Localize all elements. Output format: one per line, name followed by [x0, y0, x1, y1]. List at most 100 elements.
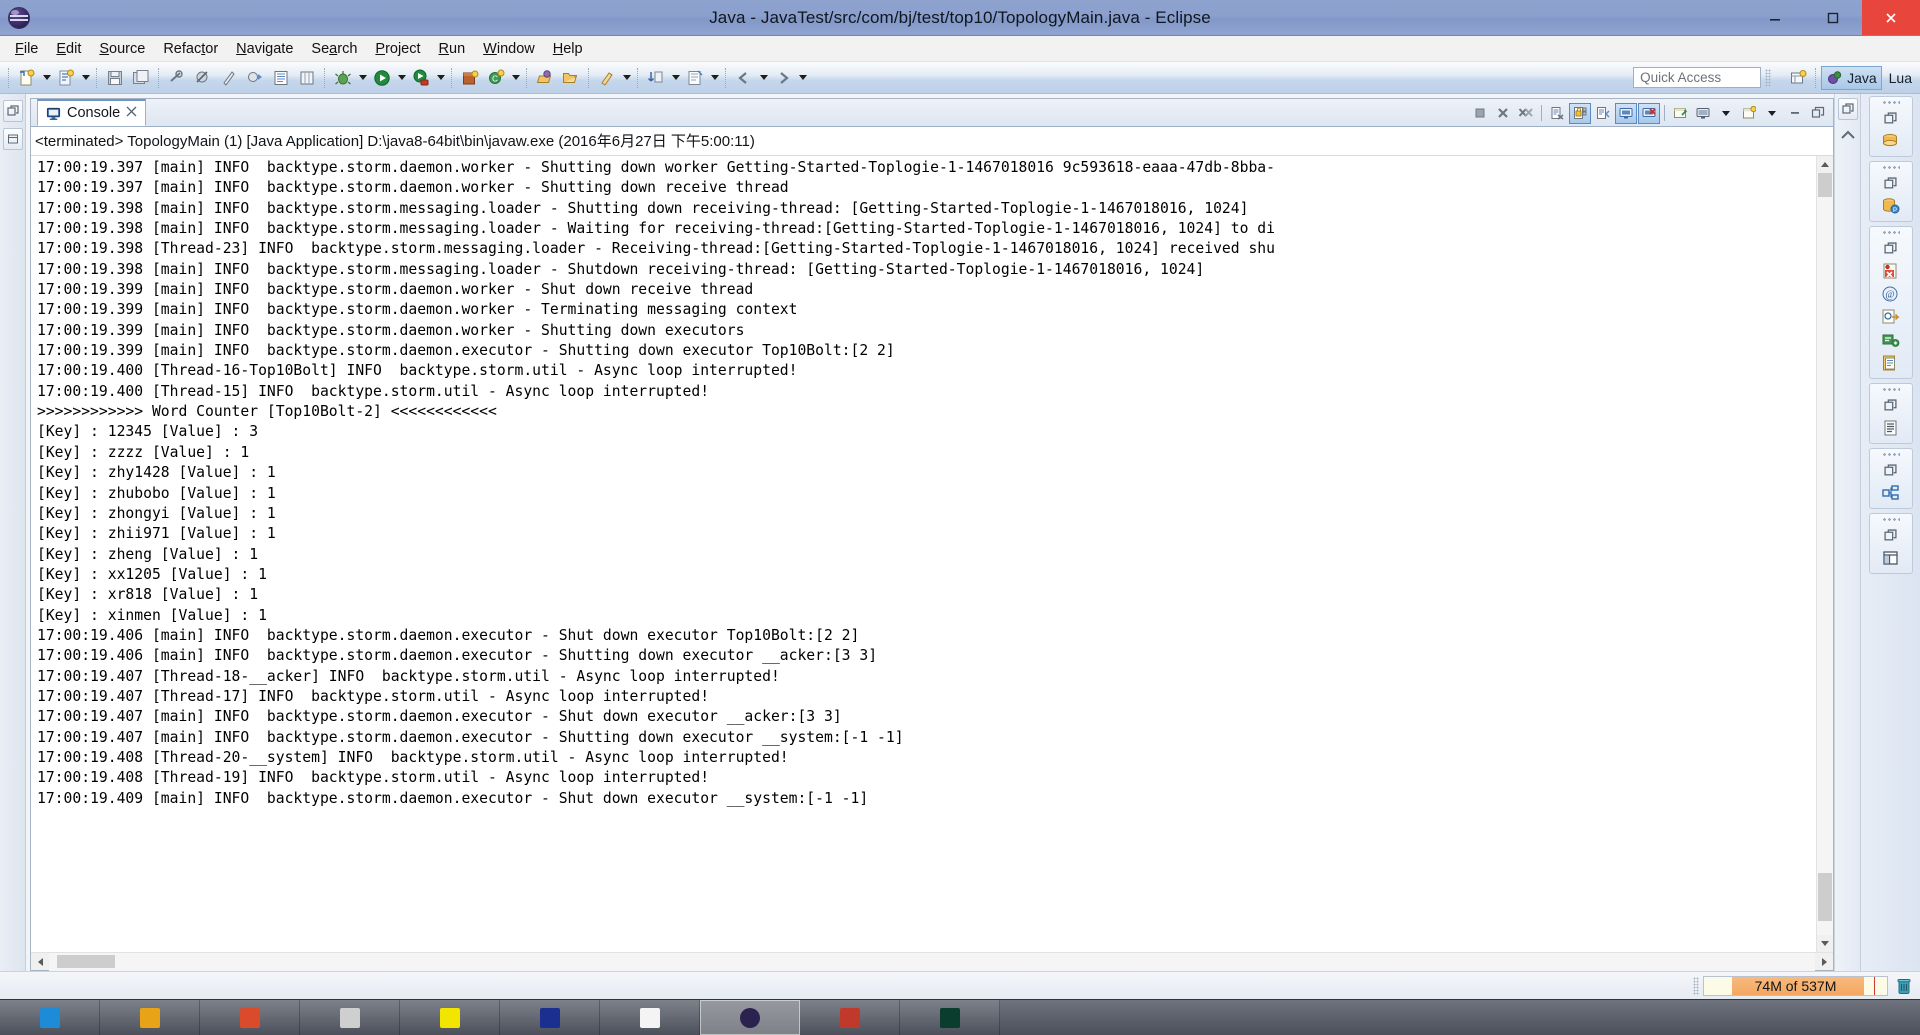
variables-icon[interactable] — [1880, 307, 1902, 327]
run-external-tools-icon[interactable] — [409, 66, 433, 90]
database-icon[interactable] — [1880, 131, 1902, 151]
open-resource-icon[interactable] — [559, 66, 583, 90]
horizontal-scroll-thumb[interactable] — [57, 954, 115, 968]
group-handle[interactable] — [1881, 230, 1900, 235]
display-icon[interactable] — [1880, 330, 1902, 350]
next-edit-dropdown[interactable] — [669, 66, 682, 90]
terminate-button[interactable] — [1469, 103, 1491, 124]
tab-console[interactable]: Console — [37, 99, 147, 126]
save-all-icon[interactable] — [129, 66, 153, 90]
taskbar-item-5[interactable] — [400, 1000, 500, 1035]
display-selected-console-button[interactable] — [1692, 103, 1714, 124]
restore-icon[interactable] — [1880, 395, 1902, 415]
open-perspective-button[interactable] — [1785, 66, 1811, 90]
scroll-up-button[interactable] — [1817, 156, 1833, 173]
vertical-scroll-thumb-upper[interactable] — [1818, 173, 1832, 197]
minimize-button[interactable] — [1746, 0, 1804, 35]
maximize-button[interactable] — [1804, 0, 1862, 35]
layout-icon[interactable] — [1880, 548, 1902, 568]
group-handle[interactable] — [1881, 100, 1900, 105]
minimize-view-button[interactable] — [1784, 103, 1806, 124]
taskbar-item-6[interactable] — [500, 1000, 600, 1035]
clear-console-button[interactable] — [1546, 103, 1568, 124]
toolbar-grip[interactable] — [1765, 68, 1772, 87]
chevron-up-icon[interactable] — [1837, 124, 1859, 146]
trash-icon[interactable] — [1892, 975, 1916, 997]
heap-status-monitor[interactable]: 74M of 537M — [1703, 975, 1888, 996]
vertical-scroll-track[interactable] — [1817, 173, 1833, 935]
menu-help[interactable]: Help — [544, 39, 592, 59]
console-log[interactable]: 17:00:19.397 [main] INFO backtype.storm.… — [31, 156, 1816, 952]
open-type-icon[interactable] — [533, 66, 557, 90]
new-wizard-icon[interactable] — [15, 66, 39, 90]
scroll-right-button[interactable] — [1815, 953, 1833, 971]
outline-icon[interactable] — [1880, 418, 1902, 438]
taskbar-item-4[interactable] — [300, 1000, 400, 1035]
package-explorer-icon[interactable]: P — [1880, 196, 1902, 216]
menu-window[interactable]: Window — [474, 39, 544, 59]
run-dropdown[interactable] — [395, 66, 408, 90]
breakpoints-icon[interactable] — [1880, 261, 1902, 281]
servers-icon[interactable] — [1880, 353, 1902, 373]
search-icon[interactable] — [595, 66, 619, 90]
perspective-lua[interactable]: Lua — [1882, 66, 1916, 90]
new-package-icon[interactable] — [458, 66, 482, 90]
run-icon[interactable] — [370, 66, 394, 90]
next-edit-location-icon[interactable] — [644, 66, 668, 90]
group-handle[interactable] — [1881, 387, 1900, 392]
close-icon[interactable] — [126, 106, 137, 120]
scroll-left-button[interactable] — [31, 953, 49, 971]
toggle-mark-occurrences-icon[interactable] — [165, 66, 189, 90]
word-wrap-button[interactable] — [1592, 103, 1614, 124]
new-class-dropdown[interactable] — [509, 66, 522, 90]
forward-dropdown[interactable] — [796, 66, 809, 90]
debug-icon[interactable] — [331, 66, 355, 90]
new-java-class-dropdown[interactable] — [79, 66, 92, 90]
restore-editor-button[interactable] — [1837, 98, 1858, 120]
console-vertical-scrollbar[interactable] — [1816, 156, 1833, 952]
taskbar-item-9[interactable] — [800, 1000, 900, 1035]
pin-console-button[interactable] — [1669, 103, 1691, 124]
show-console-on-error-button[interactable] — [1638, 102, 1660, 124]
group-handle[interactable] — [1881, 517, 1900, 522]
taskbar-item-8[interactable] — [700, 1000, 800, 1035]
show-console-on-output-button[interactable] — [1615, 102, 1637, 124]
taskbar-item-3[interactable] — [200, 1000, 300, 1035]
open-console-button[interactable] — [1738, 103, 1760, 124]
taskbar-empty-area[interactable] — [1000, 1000, 1920, 1035]
remove-launch-button[interactable] — [1492, 103, 1514, 124]
menu-file[interactable]: File — [6, 39, 47, 59]
forward-icon[interactable] — [771, 66, 795, 90]
expressions-icon[interactable]: @ — [1880, 284, 1902, 304]
maximize-view-button[interactable] — [1807, 103, 1829, 124]
vertical-scroll-thumb[interactable] — [1818, 873, 1832, 921]
new-java-class-icon[interactable] — [54, 66, 78, 90]
status-grip[interactable] — [1693, 976, 1699, 995]
close-button[interactable] — [1862, 0, 1920, 35]
outline-list-icon[interactable] — [269, 66, 293, 90]
quick-access-input[interactable]: Quick Access — [1633, 67, 1762, 88]
minimized-view-button[interactable] — [2, 128, 23, 150]
restore-icon[interactable] — [1880, 108, 1902, 128]
taskbar-item-7[interactable] — [600, 1000, 700, 1035]
menu-refactor[interactable]: Refactor — [154, 39, 227, 59]
scroll-down-button[interactable] — [1817, 935, 1833, 952]
console-horizontal-scrollbar[interactable] — [31, 952, 1833, 971]
horizontal-scroll-track[interactable] — [49, 952, 1815, 971]
save-icon[interactable] — [103, 66, 127, 90]
taskbar-item-10[interactable] — [900, 1000, 1000, 1035]
restore-view-button[interactable] — [2, 100, 23, 122]
taskbar-item-2[interactable] — [100, 1000, 200, 1035]
remove-all-launches-button[interactable] — [1515, 103, 1537, 124]
next-annotation-icon[interactable] — [243, 66, 267, 90]
restore-icon[interactable] — [1880, 525, 1902, 545]
last-edit-location-icon[interactable] — [683, 66, 707, 90]
debug-dropdown[interactable] — [356, 66, 369, 90]
hierarchy-icon[interactable] — [1880, 483, 1902, 503]
perspective-java[interactable]: Java — [1821, 65, 1882, 90]
menu-search[interactable]: Search — [302, 39, 366, 59]
group-handle[interactable] — [1881, 165, 1900, 170]
columns-icon[interactable] — [295, 66, 319, 90]
search-dropdown[interactable] — [620, 66, 633, 90]
menu-project[interactable]: Project — [366, 39, 429, 59]
